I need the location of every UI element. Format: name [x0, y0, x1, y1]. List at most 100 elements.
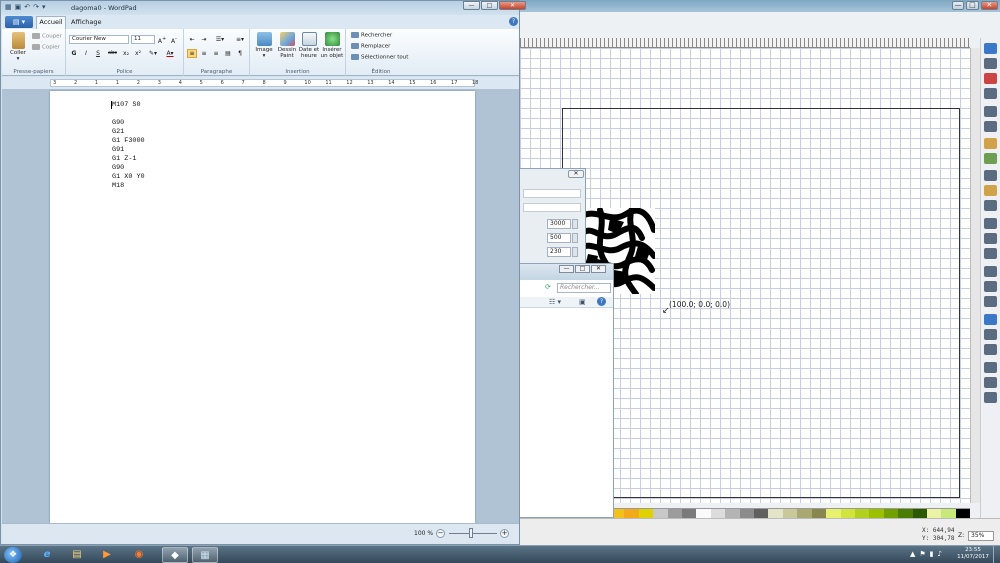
- show-hidden-icons-icon[interactable]: ▲: [910, 550, 915, 558]
- save-icon[interactable]: ▣: [15, 3, 22, 11]
- file-menu-button[interactable]: ▤ ▾: [5, 16, 33, 28]
- paste-button[interactable]: Coller ▾: [7, 32, 29, 62]
- customize-icon[interactable]: ▾: [42, 3, 46, 11]
- tab-view[interactable]: Affichage: [71, 18, 102, 26]
- palette-swatch[interactable]: [826, 509, 841, 518]
- italic-button[interactable]: I: [81, 49, 91, 58]
- palette-swatch[interactable]: [754, 509, 769, 518]
- clock[interactable]: 23:55 11/07/2017: [955, 547, 991, 561]
- dialog-spin-button[interactable]: [572, 219, 578, 229]
- palette-swatch[interactable]: [840, 509, 855, 518]
- dialog-field-row[interactable]: [523, 189, 581, 198]
- palette-swatch[interactable]: [725, 509, 740, 518]
- network-icon[interactable]: ▮: [930, 550, 934, 558]
- tab-home[interactable]: Accueil: [36, 16, 66, 29]
- bold-button[interactable]: G: [69, 49, 79, 58]
- font-size-select[interactable]: 11: [131, 35, 155, 44]
- insert-object-button[interactable]: Insérer un objet: [320, 32, 344, 59]
- print-icon[interactable]: [984, 88, 997, 99]
- palette-swatch[interactable]: [624, 509, 639, 518]
- document-text[interactable]: M107 S0 G90 G21 G1 F3000 G91 G1 Z-1 G90 …: [112, 101, 145, 191]
- palette-swatch[interactable]: [739, 509, 755, 518]
- find-button[interactable]: Rechercher: [351, 32, 392, 40]
- palette-swatch[interactable]: [898, 509, 913, 518]
- line-spacing-button[interactable]: ≡▾: [232, 35, 248, 44]
- media-player-taskbar-button[interactable]: ▶: [94, 547, 120, 563]
- palette-swatch[interactable]: [768, 509, 783, 518]
- group-icon[interactable]: [984, 296, 997, 307]
- cut-icon[interactable]: [984, 185, 997, 196]
- copy-icon[interactable]: [984, 170, 997, 181]
- zoom-drawing-icon[interactable]: [984, 233, 997, 244]
- palette-swatch[interactable]: [811, 509, 827, 518]
- export-icon[interactable]: [984, 121, 997, 132]
- explorer-close-button[interactable]: ✕: [591, 265, 606, 273]
- replace-button[interactable]: Remplacer: [351, 43, 390, 51]
- palette-swatch[interactable]: [869, 509, 884, 518]
- palette-swatch[interactable]: [883, 509, 899, 518]
- align-left-button[interactable]: ≡: [187, 49, 197, 58]
- view-options-icon[interactable]: ☷ ▾: [549, 298, 561, 306]
- document-page[interactable]: M107 S0 G90 G21 G1 F3000 G91 G1 Z-1 G90 …: [50, 91, 475, 523]
- align-icon[interactable]: [984, 362, 997, 373]
- list-button[interactable]: ☰▾: [212, 35, 228, 44]
- palette-swatch[interactable]: [682, 509, 697, 518]
- subscript-button[interactable]: x₂: [121, 49, 131, 58]
- undo-icon[interactable]: ↶: [24, 3, 30, 11]
- redo-icon[interactable]: [984, 153, 997, 164]
- highlight-color-button[interactable]: ✎▾: [146, 49, 160, 58]
- inkscape-color-palette[interactable]: [610, 508, 971, 518]
- close-button[interactable]: ✕: [499, 1, 526, 10]
- file-explorer-taskbar-button[interactable]: ▤: [64, 547, 90, 563]
- start-button[interactable]: ❖: [4, 547, 22, 563]
- copy-button[interactable]: Copier: [32, 44, 60, 52]
- explorer-maximize-button[interactable]: □: [575, 265, 590, 273]
- text-font-icon[interactable]: [984, 329, 997, 340]
- zoom-out-button[interactable]: −: [436, 529, 445, 538]
- explorer-minimize-button[interactable]: —: [559, 265, 574, 273]
- palette-swatch[interactable]: [955, 509, 971, 518]
- help-icon[interactable]: ?: [597, 297, 606, 306]
- align-right-button[interactable]: ≡: [211, 49, 221, 58]
- ruler-track[interactable]: 3 2 1 1 2 3 4 5 6 7 8 9 10 11 12 13 14 15 16 17 18: [50, 79, 478, 87]
- paste-icon[interactable]: [984, 200, 997, 211]
- document-properties-icon[interactable]: [984, 392, 997, 403]
- font-family-select[interactable]: Courier New: [69, 35, 129, 44]
- paint-drawing-button[interactable]: Dessin Paint: [276, 32, 298, 59]
- zoom-in-button[interactable]: +: [500, 529, 509, 538]
- inkscape-maximize-button[interactable]: □: [966, 1, 979, 10]
- paragraph-settings-button[interactable]: ¶: [235, 49, 245, 58]
- redo-icon[interactable]: ↷: [33, 3, 39, 11]
- open-icon[interactable]: [984, 58, 997, 69]
- new-document-icon[interactable]: [984, 43, 997, 54]
- action-center-icon[interactable]: ⚑: [919, 550, 925, 558]
- zoom-slider-thumb[interactable]: [469, 528, 473, 538]
- underline-button[interactable]: S: [93, 49, 103, 58]
- dialog-value-field[interactable]: 230: [547, 247, 571, 257]
- increase-indent-button[interactable]: ⇥: [199, 35, 209, 44]
- palette-swatch[interactable]: [638, 509, 654, 518]
- cut-button[interactable]: Couper: [32, 33, 62, 41]
- inkscape-taskbar-button[interactable]: ◆: [162, 547, 188, 563]
- wordpad-taskbar-button[interactable]: ▦: [192, 547, 218, 563]
- select-all-button[interactable]: Sélectionner tout: [351, 54, 408, 62]
- explorer-search-input[interactable]: Rechercher...: [557, 283, 611, 293]
- insert-image-button[interactable]: Image ▾: [253, 32, 275, 59]
- help-icon[interactable]: ?: [509, 17, 518, 26]
- dialog-field-row[interactable]: [523, 203, 581, 212]
- internet-explorer-taskbar-button[interactable]: e: [34, 547, 60, 563]
- palette-swatch[interactable]: [710, 509, 726, 518]
- palette-swatch[interactable]: [854, 509, 870, 518]
- inkscape-minimize-button[interactable]: —: [952, 1, 965, 10]
- fill-stroke-icon[interactable]: [984, 314, 997, 325]
- minimize-button[interactable]: —: [463, 1, 480, 10]
- inkscape-vertical-scrollbar[interactable]: [970, 48, 980, 503]
- inkscape-close-button[interactable]: ✕: [980, 1, 998, 10]
- superscript-button[interactable]: x²: [133, 49, 143, 58]
- dialog-spin-button[interactable]: [572, 247, 578, 257]
- clone-icon[interactable]: [984, 281, 997, 292]
- show-desktop-button[interactable]: [993, 546, 1000, 563]
- align-center-button[interactable]: ≡: [199, 49, 209, 58]
- palette-swatch[interactable]: [653, 509, 668, 518]
- shrink-font-button[interactable]: A-: [169, 35, 179, 45]
